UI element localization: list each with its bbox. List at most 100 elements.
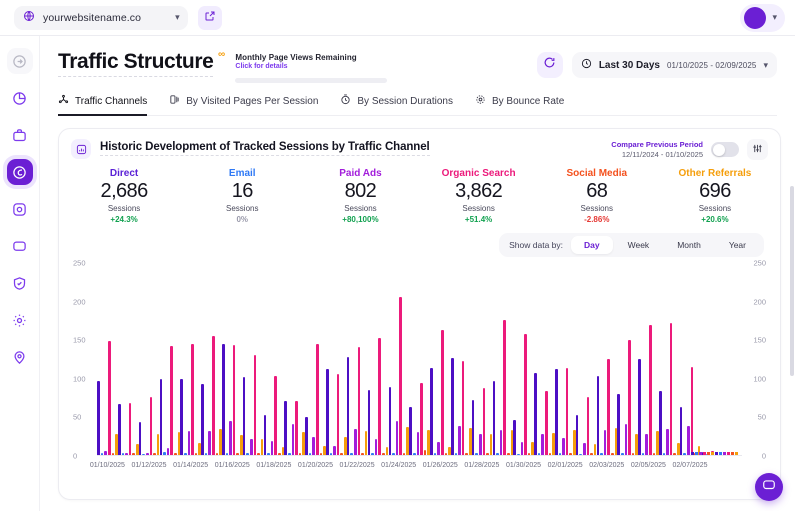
date-range-picker[interactable]: Last 30 Days 01/10/2025 - 02/09/2025 ▾ bbox=[571, 52, 777, 78]
sidebar-item-analytics[interactable] bbox=[7, 85, 33, 111]
tab-traffic-channels[interactable]: Traffic Channels bbox=[58, 94, 148, 116]
chart-bar-group[interactable] bbox=[450, 263, 472, 455]
tab-bounce-rate[interactable]: By Bounce Rate bbox=[475, 94, 564, 115]
chart-bar bbox=[170, 345, 173, 455]
granularity-option-day[interactable]: Day bbox=[571, 236, 613, 254]
legend-swatch bbox=[719, 452, 722, 455]
chart-bar-group[interactable] bbox=[659, 263, 680, 455]
kpi-unit: Sessions bbox=[344, 204, 377, 213]
chart-bar bbox=[232, 345, 236, 455]
sidebar-item-privacy[interactable] bbox=[7, 270, 33, 296]
chart-bar-group[interactable] bbox=[346, 263, 368, 455]
chart-plot[interactable] bbox=[97, 263, 742, 456]
account-menu[interactable]: ▾ bbox=[740, 3, 785, 32]
tab-visited-pages-per-session[interactable]: By Visited Pages Per Session bbox=[169, 94, 318, 115]
chart-bar bbox=[617, 394, 621, 455]
chart-card: Historic Development of Tracked Sessions… bbox=[58, 128, 781, 500]
chart-bar-group[interactable] bbox=[617, 263, 638, 455]
page-content: Traffic Structure Monthly Page Views Rem… bbox=[40, 36, 795, 511]
sidebar-item-goals[interactable] bbox=[7, 196, 33, 222]
chart-bar bbox=[270, 441, 274, 455]
chart-bar-group[interactable] bbox=[430, 263, 451, 455]
chart-bar-group[interactable] bbox=[721, 263, 742, 455]
chart-bar-group[interactable] bbox=[638, 263, 659, 455]
chart-bar bbox=[499, 429, 503, 455]
chart-area: 01/10/2025 01/12/2025 01/14/2025 01/16/2025… bbox=[67, 259, 772, 478]
kpi-unit: Sessions bbox=[698, 204, 732, 213]
chart-bar-group[interactable] bbox=[492, 263, 514, 455]
x-tick-label: 01/18/2025 bbox=[256, 462, 292, 469]
target-icon bbox=[12, 202, 27, 217]
granularity-option-year[interactable]: Year bbox=[716, 236, 759, 254]
sidebar-item-settings[interactable] bbox=[7, 307, 33, 333]
chart-bar-group[interactable] bbox=[388, 263, 410, 455]
chart-bar-group[interactable] bbox=[575, 263, 597, 455]
date-range-label: Last 30 Days bbox=[598, 59, 660, 71]
chart-bar-group[interactable] bbox=[97, 263, 118, 455]
sidebar-item-messages[interactable] bbox=[7, 233, 33, 259]
chart-bar-group[interactable] bbox=[679, 263, 701, 455]
sidebar-item-traffic[interactable] bbox=[6, 159, 33, 185]
chart-bar bbox=[440, 329, 444, 455]
browser-chrome: yourwebsitename.co ▾ ▾ bbox=[0, 0, 795, 36]
x-tick-label: 01/14/2025 bbox=[173, 462, 209, 469]
sidebar-item-campaigns[interactable] bbox=[7, 122, 33, 148]
legend-swatch bbox=[699, 452, 702, 455]
site-selector[interactable]: yourwebsitename.co ▾ bbox=[14, 5, 188, 30]
granularity-option-week[interactable]: Week bbox=[615, 236, 663, 254]
chart-bar-group[interactable] bbox=[700, 263, 722, 455]
chart-bar bbox=[305, 416, 308, 455]
sidebar-item-locations[interactable] bbox=[7, 344, 33, 370]
chart-bar-group[interactable] bbox=[409, 263, 430, 455]
chart-settings-button[interactable] bbox=[747, 139, 768, 160]
chart-bar-group[interactable] bbox=[138, 263, 160, 455]
open-external-button[interactable] bbox=[197, 5, 222, 30]
quota-details-link[interactable]: Click for details bbox=[235, 63, 387, 70]
chart-bar-group[interactable] bbox=[367, 263, 389, 455]
chart-bar bbox=[416, 431, 420, 455]
tab-session-durations[interactable]: By Session Durations bbox=[340, 94, 453, 115]
chart-bar-group[interactable] bbox=[471, 263, 493, 455]
chart-bar bbox=[250, 438, 253, 455]
chart-bar bbox=[153, 453, 156, 455]
kpi-value: 2,686 bbox=[100, 180, 149, 202]
compare-range: 12/11/2024 - 01/10/2025 bbox=[621, 150, 703, 159]
chart-bar bbox=[683, 453, 687, 455]
chart-bar-group[interactable] bbox=[596, 263, 618, 455]
chart-bar-group[interactable] bbox=[117, 263, 139, 455]
chart-bar bbox=[492, 380, 496, 455]
kpi-unit: Sessions bbox=[580, 204, 613, 213]
chevron-down-icon[interactable]: ▾ bbox=[772, 13, 777, 22]
granularity-label: Show data by: bbox=[509, 240, 564, 250]
chart-bar-group[interactable] bbox=[534, 263, 555, 455]
kpi-social-media: Social Media 68 Sessions -2.86% bbox=[538, 168, 656, 224]
chart-bar-group[interactable] bbox=[159, 263, 181, 455]
sidebar-item-dashboard[interactable] bbox=[6, 48, 33, 74]
quota-title: Monthly Page Views Remaining bbox=[235, 53, 357, 62]
chart-bar bbox=[444, 453, 448, 455]
kpi-unit: Sessions bbox=[107, 204, 141, 213]
chevron-down-icon[interactable]: ▾ bbox=[763, 60, 768, 70]
quota-widget[interactable]: Monthly Page Views Remaining Click for d… bbox=[235, 53, 388, 83]
page-scrollbar[interactable] bbox=[790, 186, 794, 376]
chart-title: Historic Development of Tracked Sessions… bbox=[100, 141, 430, 156]
chart-bar-group[interactable] bbox=[305, 263, 326, 455]
chart-bar-group[interactable] bbox=[555, 263, 576, 455]
chart-bar-group[interactable] bbox=[513, 263, 534, 455]
chart-bar bbox=[225, 452, 229, 455]
kpi-paid-ads: Paid Ads 802 Sessions +80,100% bbox=[301, 168, 419, 224]
chart-bar-group[interactable] bbox=[180, 263, 201, 455]
chart-bar bbox=[527, 453, 531, 455]
compare-toggle[interactable] bbox=[711, 142, 739, 157]
chat-support-button[interactable] bbox=[755, 473, 783, 501]
chart-bar-group[interactable] bbox=[222, 263, 243, 455]
chevron-down-icon[interactable]: ▾ bbox=[175, 13, 180, 22]
compare-previous-period: Compare Previous Period 12/11/2024 - 01/… bbox=[611, 140, 703, 159]
granularity-option-month[interactable]: Month bbox=[664, 236, 714, 254]
chart-bar-group[interactable] bbox=[263, 263, 285, 455]
refresh-button[interactable] bbox=[536, 52, 563, 78]
chart-bar-group[interactable] bbox=[326, 263, 347, 455]
chart-bar-group[interactable] bbox=[201, 263, 222, 455]
chart-bar-group[interactable] bbox=[242, 263, 264, 455]
chart-bar-group[interactable] bbox=[284, 263, 305, 455]
